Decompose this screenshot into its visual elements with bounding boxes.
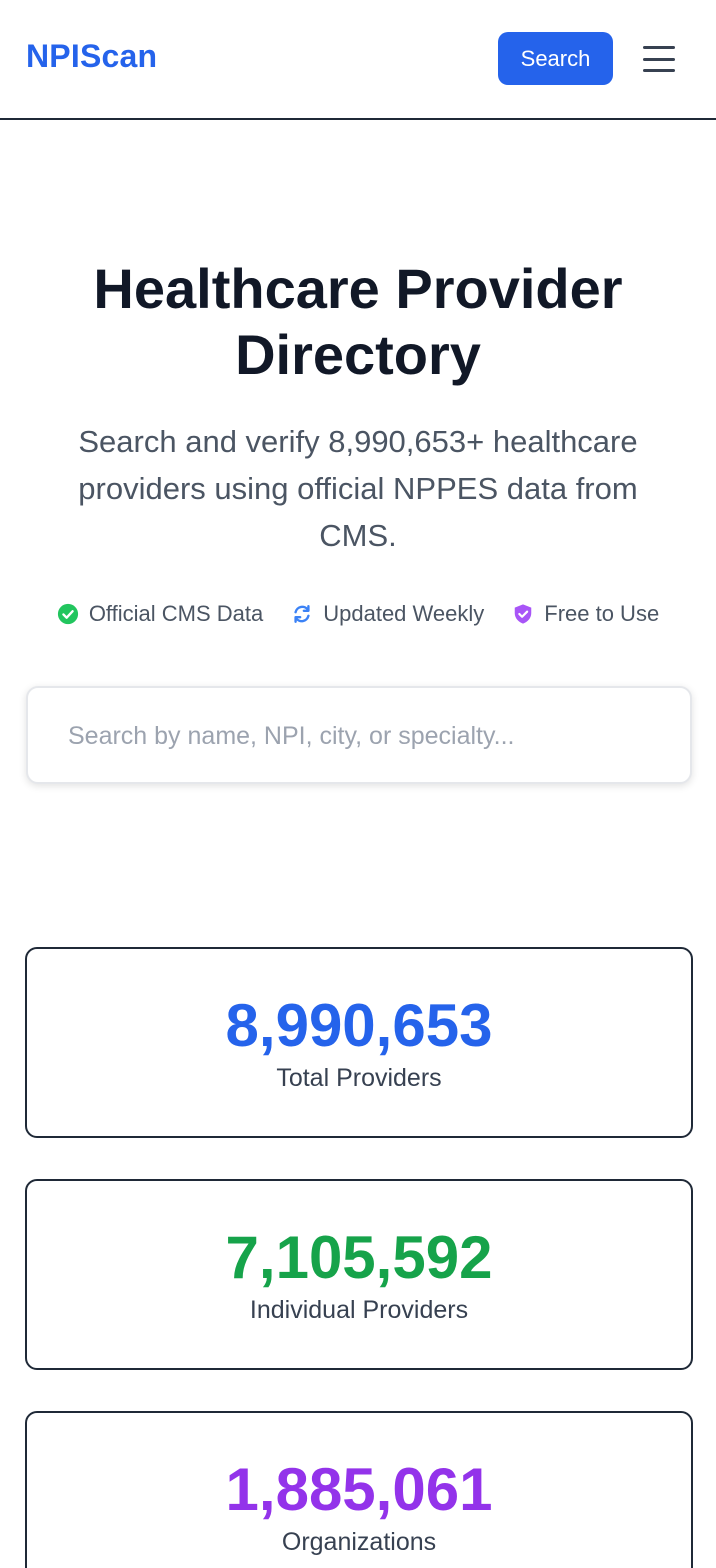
badge-updated-weekly: Updated Weekly — [291, 601, 484, 627]
feature-badges: Official CMS Data Updated Weekly Free to… — [0, 596, 716, 632]
hero-subtitle: Search and verify 8,990,653+ healthcare … — [78, 424, 638, 553]
badge-label: Official CMS Data — [88, 601, 264, 626]
site-header: NPIScan Search — [0, 0, 716, 120]
site-logo[interactable]: NPIScan — [26, 38, 157, 75]
stat-value: 7,105,592 — [225, 1224, 493, 1291]
refresh-icon — [294, 605, 310, 623]
menu-line — [643, 46, 675, 49]
menu-line — [643, 57, 675, 61]
page: NPIScan Search Healthcare Provider Direc… — [0, 0, 716, 1568]
stat-label: Organizations — [281, 1528, 437, 1556]
provider-search-input[interactable] — [68, 714, 668, 758]
page-title: Healthcare Provider Directory — [0, 256, 716, 388]
badge-free-to-use: Free to Use — [512, 601, 659, 627]
page-title-text: Healthcare Provider Directory — [93, 257, 623, 386]
check-circle-icon — [57, 603, 78, 625]
stat-label: Individual Providers — [249, 1296, 469, 1324]
badge-label: Free to Use — [544, 601, 660, 626]
stat-value: 8,990,653 — [225, 992, 493, 1059]
header-search-button[interactable]: Search — [498, 32, 613, 85]
badge-official-data: Official CMS Data — [57, 601, 263, 627]
stat-card-total-providers: 8,990,653 Total Providers — [25, 947, 693, 1138]
provider-search-box — [26, 686, 692, 784]
badge-label: Updated Weekly — [323, 601, 485, 626]
stat-label: Total Providers — [276, 1064, 442, 1092]
stat-card-individual-providers: 7,105,592 Individual Providers — [25, 1179, 693, 1370]
stat-card-organizations: 1,885,061 Organizations — [25, 1411, 693, 1568]
shield-check-icon — [515, 604, 532, 624]
stat-value: 1,885,061 — [225, 1456, 493, 1523]
hamburger-menu-icon[interactable] — [642, 44, 676, 74]
menu-line — [643, 69, 675, 72]
